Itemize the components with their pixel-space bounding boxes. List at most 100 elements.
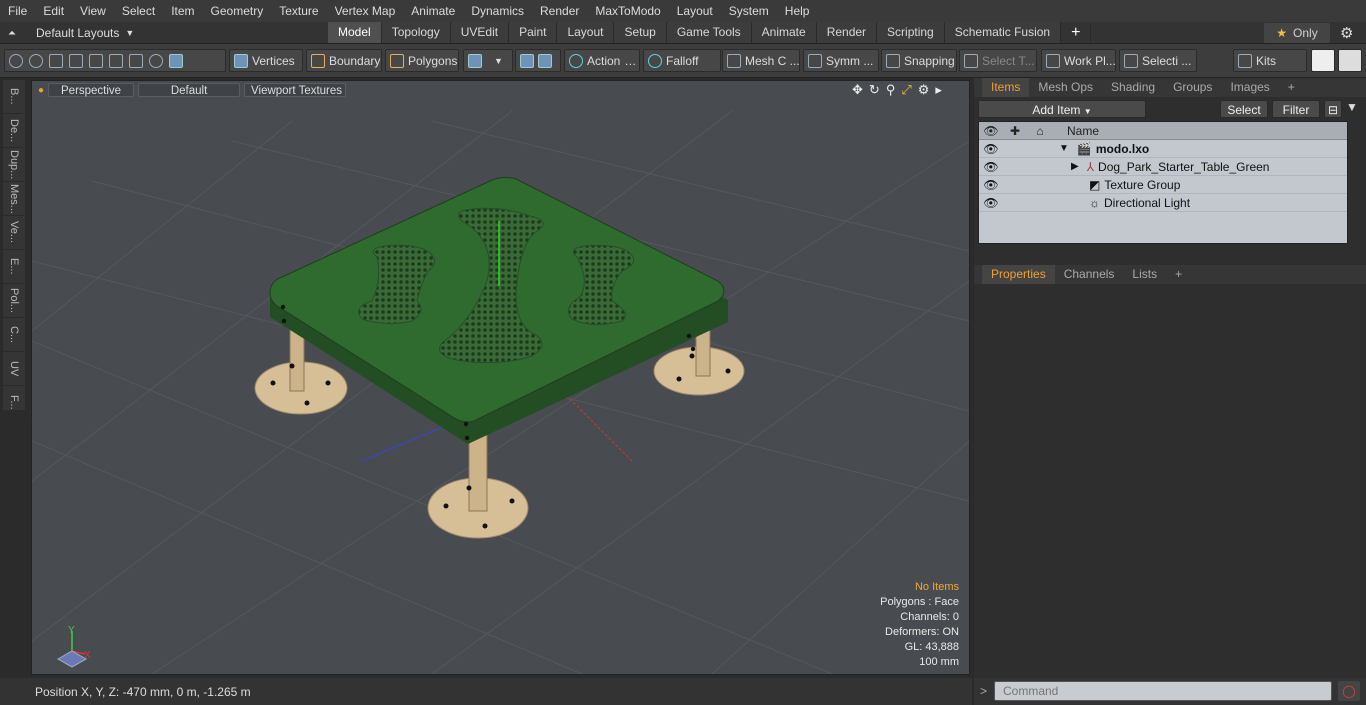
symmetry-icons[interactable] [515,49,561,72]
tab-lists[interactable]: Lists [1123,265,1166,284]
menu-animate[interactable]: Animate [403,0,463,22]
list-item[interactable]: 👁 ☼ Directional Light [979,194,1347,212]
tool-tab-edge[interactable]: E... [3,250,25,284]
globe-icon[interactable] [29,53,43,68]
select-through-button[interactable]: Select T... [959,49,1037,72]
add-tab-button[interactable]: + [1166,265,1191,284]
tab-uvedit[interactable]: UVEdit [450,22,510,43]
action-center-button[interactable]: Action… [564,49,640,72]
tab-scripting[interactable]: Scripting [877,22,945,43]
menu-help[interactable]: Help [777,0,818,22]
tool-tab-duplicate[interactable]: Dup... [3,148,25,182]
boundary-button[interactable]: Boundary [306,49,382,72]
tab-mesh-ops[interactable]: Mesh Ops [1029,78,1102,97]
eye-icon[interactable]: 👁 [979,178,1003,192]
move-view-icon[interactable]: ✥ [852,82,863,98]
menu-item[interactable]: Item [163,0,202,22]
expand-arrow-icon[interactable]: ▼ [1003,143,1069,154]
clock-icon[interactable] [149,53,163,68]
polygons-button[interactable]: Polygons [385,49,459,72]
kits-button[interactable]: Kits [1233,49,1307,72]
view-perspective-button[interactable]: Perspective [48,83,135,97]
funnel-icon[interactable]: ▼ [1346,100,1358,114]
menu-system[interactable]: System [721,0,777,22]
list-item[interactable]: 👁 ▼ 🎬 modo.lxo [979,140,1347,158]
name-column-header[interactable]: Name [1053,124,1099,138]
menu-view[interactable]: View [72,0,114,22]
menu-texture[interactable]: Texture [271,0,326,22]
add-item-button[interactable]: Add Item ▼ [978,100,1146,118]
work-plane-button[interactable]: Work Pl... [1041,49,1116,72]
tab-topology[interactable]: Topology [381,22,451,43]
circle-select-icon[interactable] [9,53,23,68]
tab-images[interactable]: Images [1221,78,1278,97]
expand-arrow-icon[interactable]: ▶ [1003,161,1079,172]
list-item[interactable]: 👁 ◩ Texture Group [979,176,1347,194]
fit-view-icon[interactable]: ⤢ [901,82,911,98]
select-button[interactable]: Select [1220,100,1268,118]
viewport-gear-icon[interactable]: ⚙ [918,82,930,98]
item-mode-icon[interactable] [169,53,183,68]
command-input[interactable] [994,681,1332,701]
record-icon[interactable]: ◯ [1338,681,1360,701]
tab-model[interactable]: Model [328,22,382,43]
tool-tab-mesh-edit[interactable]: Mes... [3,182,25,216]
tool-tab-vertex[interactable]: Ve... [3,216,25,250]
selection-sets-button[interactable]: Selecti ... [1119,49,1197,72]
tool-tab-curve[interactable]: C... [3,318,25,352]
tool-tab-polygon[interactable]: Pol... [3,284,25,318]
stack-icon[interactable] [89,53,103,68]
menu-file[interactable]: File [0,0,35,22]
tab-layout[interactable]: Layout [557,22,615,43]
tab-shading[interactable]: Shading [1102,78,1164,97]
snapping-button[interactable]: Snapping [881,49,957,72]
tab-render[interactable]: Render [816,22,878,43]
tab-channels[interactable]: Channels [1055,265,1124,284]
tab-items[interactable]: Items [982,78,1030,97]
unity-icon[interactable] [1311,49,1335,72]
tab-groups[interactable]: Groups [1164,78,1221,97]
list-item[interactable]: 👁 ▶ ⅄ Dog_Park_Starter_Table_Green [979,158,1347,176]
menu-maxtomodo[interactable]: MaxToModo [587,0,668,22]
menu-layout[interactable]: Layout [669,0,721,22]
menu-dynamics[interactable]: Dynamics [463,0,532,22]
zoom-view-icon[interactable]: ⚲ [886,82,896,98]
mesh-constraints-button[interactable]: Mesh C ... [722,49,800,72]
brush-icon[interactable] [69,53,83,68]
eye-icon[interactable]: 👁 [979,142,1003,156]
tab-setup[interactable]: Setup [614,22,667,43]
menu-vertex-map[interactable]: Vertex Map [327,0,404,22]
add-tab-button[interactable]: + [1061,22,1092,43]
viewport-textures-button[interactable]: Viewport Textures [244,83,347,97]
symmetry-button[interactable]: Symm ... [803,49,879,72]
add-tab-button[interactable]: + [1279,78,1304,97]
menu-edit[interactable]: Edit [35,0,72,22]
tool-tab-fusion[interactable]: F... [3,386,25,420]
filter-button[interactable]: Filter [1272,100,1320,118]
tab-game-tools[interactable]: Game Tools [666,22,752,43]
square-target-icon[interactable] [129,53,143,68]
unreal-icon[interactable] [1338,49,1362,72]
3d-viewport[interactable]: Y X ● Perspective Default Viewport Textu… [31,80,970,675]
material-dropdown[interactable]: ▼ [463,49,513,72]
tab-schematic-fusion[interactable]: Schematic Fusion [944,22,1062,43]
crosshair-icon[interactable] [109,53,123,68]
rotate-view-icon[interactable]: ↻ [869,82,880,98]
only-toggle[interactable]: ★ Only [1264,23,1330,43]
tab-properties[interactable]: Properties [982,265,1055,284]
viewport-menu-icon[interactable]: ▸ [935,82,942,98]
collapse-icon[interactable]: ⊟ [1324,100,1342,118]
eye-icon[interactable]: 👁 [979,196,1003,210]
layouts-dropdown[interactable]: ⏶ Default Layouts ▼ [8,22,134,44]
menu-render[interactable]: Render [532,0,587,22]
eye-icon[interactable]: 👁 [979,160,1003,174]
tool-tab-uv[interactable]: UV [3,352,25,386]
gear-icon[interactable]: ⚙ [1340,24,1353,42]
menu-select[interactable]: Select [114,0,163,22]
tab-animate[interactable]: Animate [751,22,817,43]
tool-tab-deform[interactable]: De... [3,114,25,148]
view-shading-button[interactable]: Default [138,83,241,97]
tab-paint[interactable]: Paint [509,22,558,43]
menu-geometry[interactable]: Geometry [203,0,272,22]
falloff-button[interactable]: Falloff [643,49,721,72]
